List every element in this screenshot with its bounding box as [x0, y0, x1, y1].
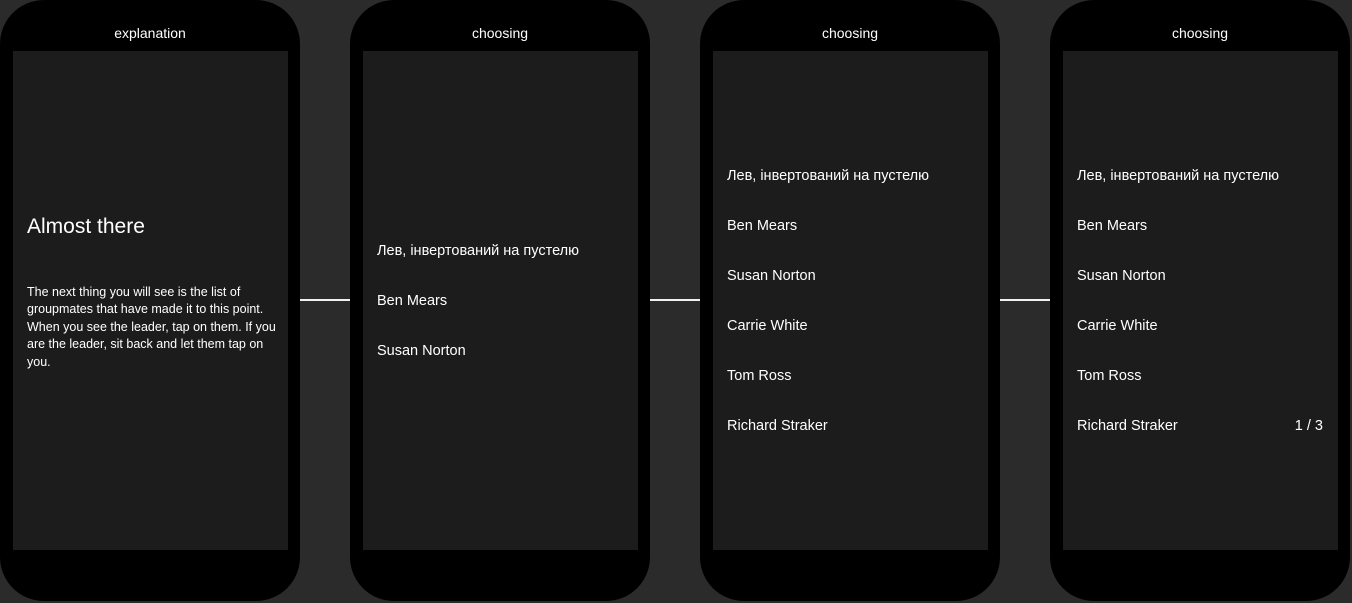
- groupmate-item[interactable]: Susan Norton: [727, 251, 974, 301]
- phone-frame-choosing-3: choosing Лев, інвертований на пустелю Be…: [1050, 0, 1350, 601]
- phone-frame-choosing-1: choosing Лев, інвертований на пустелю Be…: [350, 0, 650, 601]
- groupmate-name: Ben Mears: [1077, 218, 1148, 234]
- groupmate-name: Tom Ross: [1077, 368, 1142, 384]
- groupmate-item[interactable]: Richard Straker: [727, 401, 974, 451]
- groupmate-item[interactable]: Лев, інвертований на пустелю: [1077, 151, 1324, 201]
- groupmate-name: Ben Mears: [377, 293, 448, 309]
- flow-connector: [650, 299, 701, 301]
- phone-screen: Лев, інвертований на пустелю Ben Mears S…: [1063, 51, 1338, 550]
- groupmate-name: Susan Norton: [1077, 268, 1166, 284]
- phone-title: explanation: [114, 25, 186, 41]
- phone-title: choosing: [1171, 25, 1229, 41]
- phone-screen: Лев, інвертований на пустелю Ben Mears S…: [363, 51, 638, 550]
- groupmate-name: Carrie White: [727, 318, 808, 334]
- groupmate-name: Carrie White: [1077, 318, 1158, 334]
- groupmate-name: Tom Ross: [727, 368, 792, 384]
- groupmate-item[interactable]: Carrie White: [727, 301, 974, 351]
- groupmate-item[interactable]: Carrie White: [1077, 301, 1324, 351]
- phone-screen: Лев, інвертований на пустелю Ben Mears S…: [713, 51, 988, 550]
- groupmate-item[interactable]: Susan Norton: [377, 326, 624, 376]
- groupmate-name: Лев, інвертований на пустелю: [1077, 168, 1279, 184]
- page-title: Almost there: [27, 215, 145, 238]
- phone-frame-explanation: explanation Almost there The next thing …: [0, 0, 300, 601]
- tap-counter: 1 / 3: [1294, 418, 1323, 434]
- groupmate-list: Лев, інвертований на пустелю Ben Mears S…: [1077, 151, 1324, 451]
- groupmate-name: Susan Norton: [727, 268, 816, 284]
- phone-screen: Almost there The next thing you will see…: [13, 51, 288, 550]
- groupmate-name: Лев, інвертований на пустелю: [727, 168, 929, 184]
- flow-connector: [300, 299, 351, 301]
- groupmate-item[interactable]: Tom Ross: [727, 351, 974, 401]
- phone-frame-choosing-2: choosing Лев, інвертований на пустелю Be…: [700, 0, 1000, 601]
- groupmate-name: Richard Straker: [1077, 418, 1178, 434]
- flow-canvas: explanation Almost there The next thing …: [0, 0, 1352, 603]
- groupmate-item[interactable]: Ben Mears: [377, 276, 624, 326]
- groupmate-item[interactable]: Ben Mears: [727, 201, 974, 251]
- groupmate-list: Лев, інвертований на пустелю Ben Mears S…: [727, 151, 974, 451]
- phone-title: choosing: [471, 25, 529, 41]
- explanation-text: The next thing you will see is the list …: [27, 285, 276, 369]
- groupmate-item[interactable]: Tom Ross: [1077, 351, 1324, 401]
- groupmate-name: Ben Mears: [727, 218, 798, 234]
- groupmate-name: Susan Norton: [377, 343, 466, 359]
- phone-title: choosing: [821, 25, 879, 41]
- groupmate-item[interactable]: Susan Norton: [1077, 251, 1324, 301]
- groupmate-item[interactable]: Ben Mears: [1077, 201, 1324, 251]
- groupmate-item[interactable]: Richard Straker 1 / 3: [1077, 401, 1324, 451]
- groupmate-item[interactable]: Лев, інвертований на пустелю: [727, 151, 974, 201]
- groupmate-name: Лев, інвертований на пустелю: [377, 243, 579, 259]
- groupmate-name: Richard Straker: [727, 418, 828, 434]
- groupmate-list: Лев, інвертований на пустелю Ben Mears S…: [377, 226, 624, 376]
- groupmate-item[interactable]: Лев, інвертований на пустелю: [377, 226, 624, 276]
- flow-connector: [1000, 299, 1051, 301]
